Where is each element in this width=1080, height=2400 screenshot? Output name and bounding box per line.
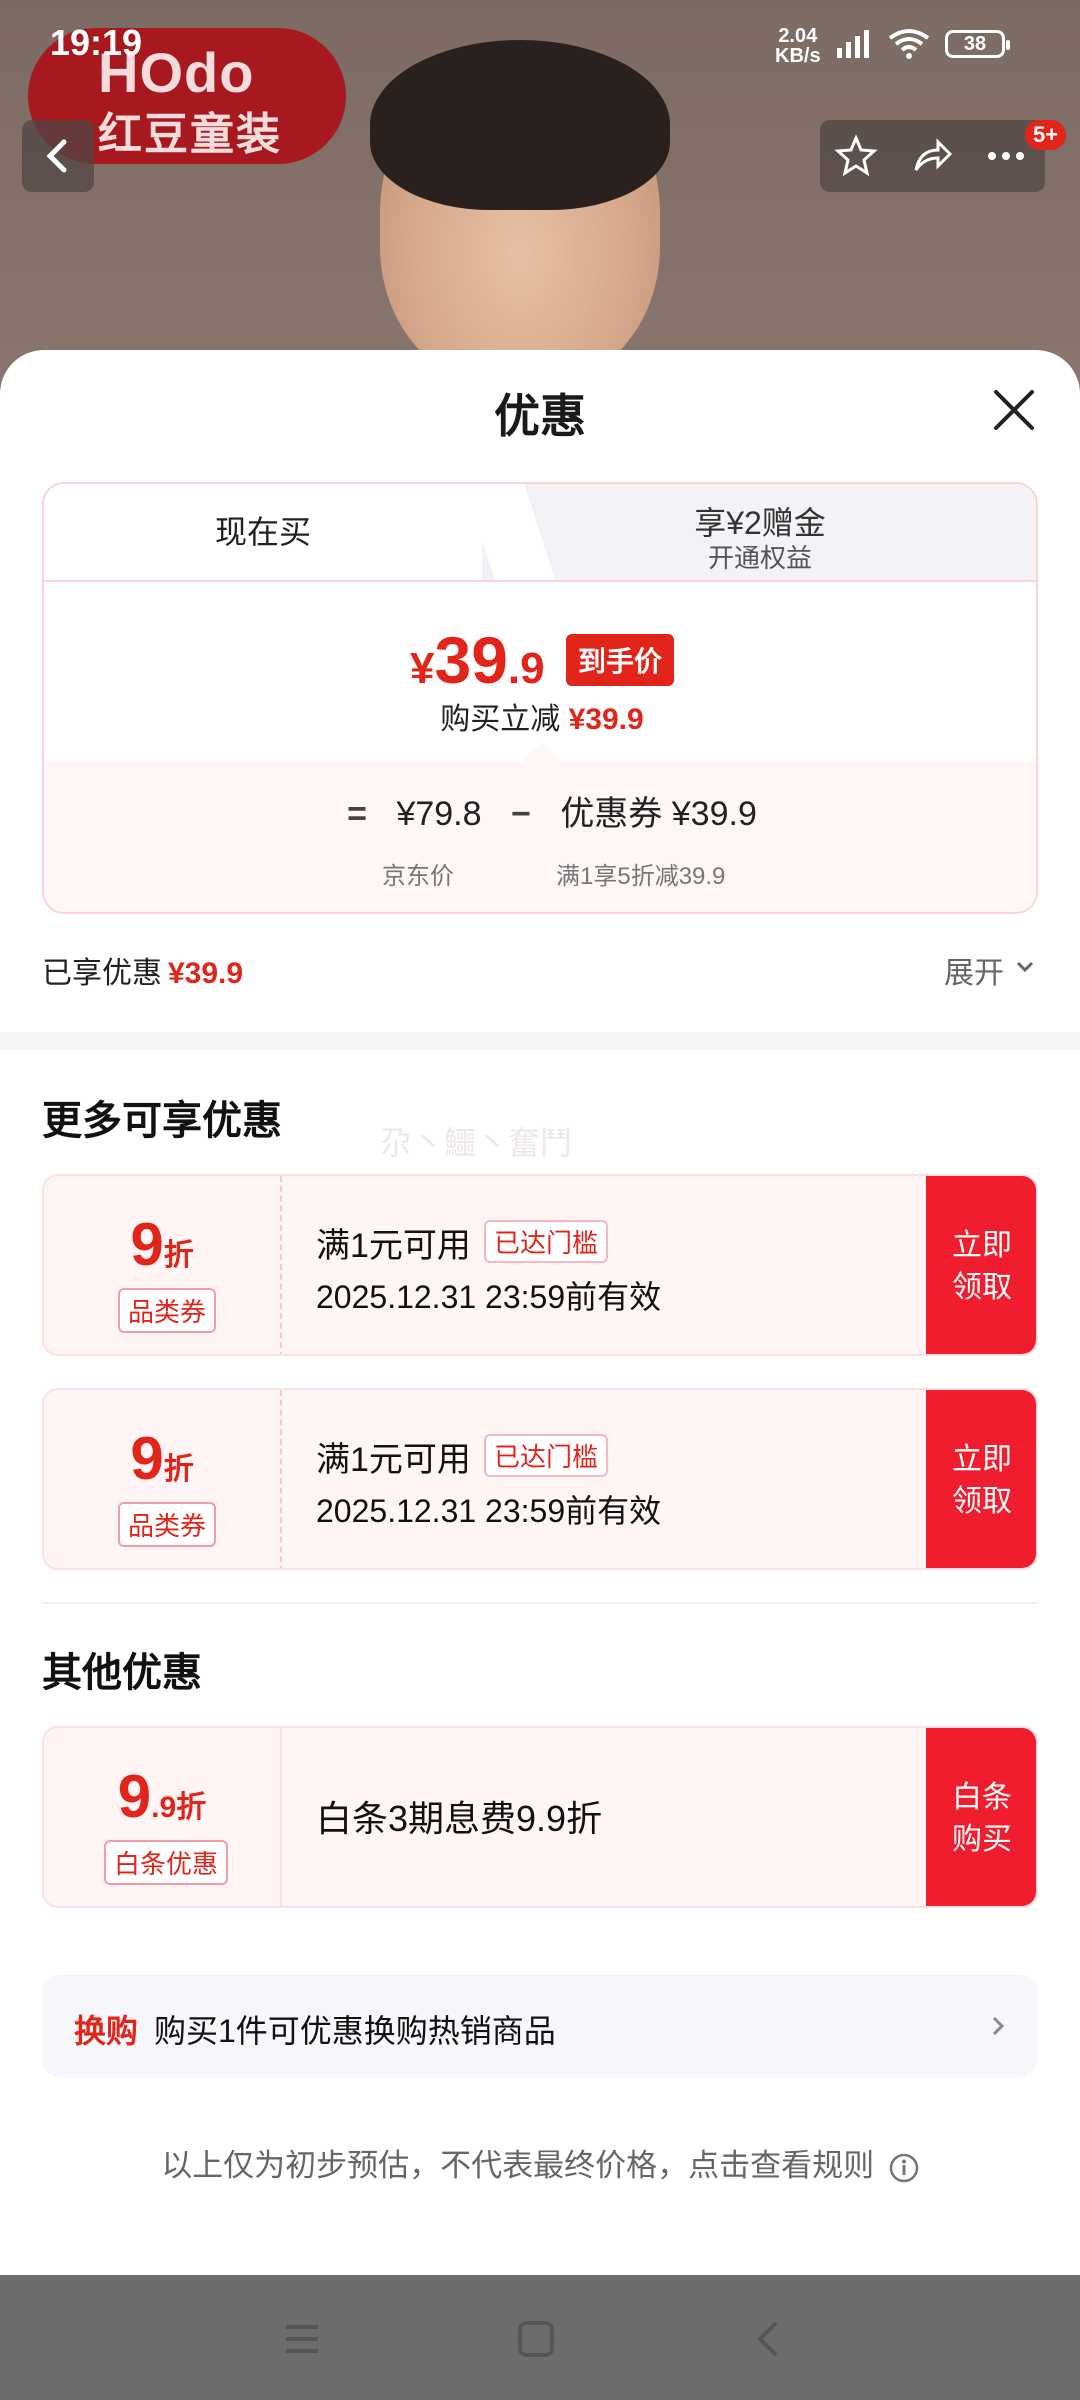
section-divider-thin (42, 1602, 1038, 1604)
exchange-text: 购买1件可优惠换购热销商品 (154, 2013, 556, 2049)
coupon-type: 品类券 (118, 1502, 217, 1547)
coupon-card: 9折 品类券 满1元可用 已达门槛 2025.12.31 23:59前有效 立即… (42, 1388, 1038, 1570)
jd-price-label: 京东价 (382, 863, 454, 890)
coupon-type: 品类券 (118, 1288, 217, 1333)
exchange-label: 换购 (74, 2013, 139, 2049)
coupon-condition: 满1元可用 (316, 1441, 471, 1479)
back-nav-icon[interactable] (748, 2317, 792, 2361)
coupon-desc: 满1享5折减39.9 (556, 863, 726, 890)
coupon-discount-number: 9 (130, 1211, 164, 1278)
sheet-title: 优惠 (494, 390, 586, 442)
signal-icon (837, 30, 869, 58)
price-currency: ¥ (410, 644, 435, 693)
coupon-discount: 9折 (44, 1424, 280, 1493)
reduce-label: 购买立减 (440, 703, 561, 736)
final-price-tag: 到手价 (566, 634, 675, 686)
disclaimer-row[interactable]: 以上仅为初步预估，不代表最终价格，点击查看规则 (0, 2140, 1080, 2185)
info-icon (889, 2153, 919, 2183)
net-speed-unit: KB/s (775, 45, 821, 67)
reduce-value: ¥39.9 (568, 703, 644, 736)
saved-label: 已享优惠 (42, 957, 162, 990)
tab-vip-benefit[interactable]: 享¥2赠金 开通权益 (482, 484, 1036, 580)
expand-button[interactable]: 展开 (944, 948, 1004, 992)
jd-price: ¥79.8 (396, 795, 482, 833)
threshold-reached-badge: 已达门槛 (484, 1220, 609, 1263)
price-integer: 39 (434, 623, 508, 697)
more-discounts-title: 更多可享优惠 (42, 1099, 282, 1143)
price-formula-area (44, 762, 1036, 912)
coupon-discount: 9折 (44, 1210, 280, 1279)
price-card: 享¥2赠金 开通权益 现在买 ¥39.9 到手价 购买立减 ¥39.9 = ¥7… (42, 482, 1038, 914)
back-button[interactable] (22, 120, 94, 192)
net-speed-value: 2.04 (778, 25, 818, 47)
more-icon[interactable] (984, 134, 1028, 178)
coupon-value: ¥39.9 (671, 795, 757, 833)
top-actions (820, 120, 1045, 192)
notification-badge: 5+ (1025, 120, 1067, 150)
coupon-left: 9折 品类券 (44, 1390, 282, 1568)
coupon-discount-unit: 折 (163, 1239, 194, 1272)
disclaimer-text: 以上仅为初步预估，不代表最终价格，点击查看规则 (161, 2148, 875, 2183)
chevron-right-icon (992, 2016, 1005, 2036)
tab-buy-now[interactable]: 现在买 (44, 484, 482, 580)
saved-summary: 已享优惠 ¥39.9 (42, 948, 243, 992)
watermark: 尕丶鱷丶奮鬥 (380, 1125, 573, 1161)
price-formula: = ¥79.8 − 优惠券 ¥39.9 (44, 786, 1036, 835)
baitiao-offer-card: 9.9折 白条优惠 白条3期息费9.9折 白条 购买 (42, 1726, 1038, 1908)
threshold-reached-badge: 已达门槛 (484, 1434, 609, 1477)
other-discounts-title: 其他优惠 (42, 1651, 202, 1695)
equals-sign: = (347, 795, 367, 833)
card-divider (44, 580, 1036, 582)
home-icon[interactable] (514, 2317, 558, 2361)
coupon-validity: 2025.12.31 23:59前有效 (316, 1279, 662, 1315)
saved-value: ¥39.9 (168, 957, 244, 990)
baitiao-description: 白条3期息费9.9折 (316, 1798, 603, 1839)
final-price: ¥39.9 (410, 622, 545, 698)
close-icon[interactable] (990, 386, 1038, 434)
price-decimal: .9 (507, 644, 545, 693)
exchange-offer-row[interactable]: 换购 购买1件可优惠换购热销商品 (42, 1974, 1038, 2078)
baitiao-discount-unit: .9折 (151, 1791, 207, 1824)
baitiao-type: 白条优惠 (104, 1840, 229, 1885)
section-divider (0, 1032, 1080, 1050)
coupon-label: 优惠券 (560, 795, 663, 833)
reduce-line: 购买立减 ¥39.9 (44, 694, 1036, 738)
minus-sign: − (511, 795, 531, 833)
share-icon[interactable] (910, 134, 954, 178)
baitiao-discount: 9.9折 (44, 1762, 280, 1831)
discount-sheet: 优惠 享¥2赠金 开通权益 现在买 ¥39.9 到手价 购买立减 ¥39.9 =… (0, 350, 1080, 2275)
clock: 19:19 (50, 22, 143, 63)
tab-vip-subtitle: 开通权益 (707, 543, 812, 573)
wifi-icon (888, 29, 930, 59)
network-speed: 2.04 KB/s (775, 26, 821, 66)
battery-icon: 38 (945, 30, 1010, 58)
star-icon[interactable] (834, 134, 878, 178)
status-bar: 19:19 2.04 KB/s 38 (0, 0, 1080, 90)
coupon-discount-number: 9 (130, 1425, 164, 1492)
coupon-discount-unit: 折 (163, 1453, 194, 1486)
menu-icon[interactable] (280, 2317, 324, 2361)
chevron-left-icon (46, 139, 67, 173)
brand-name: 红豆童装 (98, 110, 282, 159)
system-navigation-bar (0, 2275, 1080, 2400)
chevron-down-icon (1016, 961, 1034, 973)
claim-coupon-button[interactable]: 立即 领取 (926, 1390, 1036, 1568)
baitiao-left: 9.9折 白条优惠 (44, 1728, 282, 1906)
coupon-validity: 2025.12.31 23:59前有效 (316, 1493, 662, 1529)
claim-coupon-button[interactable]: 立即 领取 (926, 1176, 1036, 1354)
coupon-condition: 满1元可用 (316, 1227, 471, 1265)
baitiao-buy-button[interactable]: 白条 购买 (926, 1728, 1036, 1906)
coupon-card: 9折 品类券 满1元可用 已达门槛 2025.12.31 23:59前有效 立即… (42, 1174, 1038, 1356)
baitiao-discount-number: 9 (117, 1763, 152, 1830)
coupon-left: 9折 品类券 (44, 1176, 282, 1354)
